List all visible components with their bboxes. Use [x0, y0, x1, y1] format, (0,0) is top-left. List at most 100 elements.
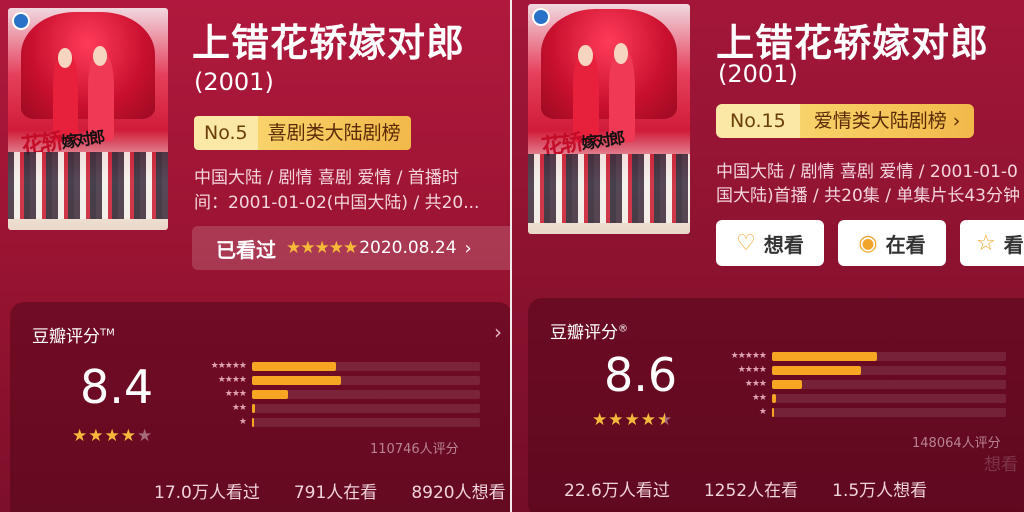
star-icon: ★: [608, 410, 625, 430]
rating-bar-row: ★: [710, 406, 1006, 420]
button-label: 看: [1003, 232, 1024, 257]
drama-meta-line: 中国大陆 / 剧情 喜剧 爱情 / 首播时: [194, 168, 459, 188]
rank-category: 爱情类大陆剧榜 ›: [799, 104, 975, 138]
rating-header: 豆瓣评分®: [550, 323, 628, 343]
button-label: 在看: [885, 232, 926, 257]
rating-bar-fill: [252, 418, 254, 427]
rating-bar-row: ★★★★★: [190, 360, 480, 374]
right-screen: 花轿嫁对郎 上错花轿嫁对郎 (2001) No.15 爱情类大陆剧榜 › 中国大…: [512, 0, 1024, 512]
watch-stat[interactable]: 17.0万人看过: [154, 483, 260, 503]
watched-status-bar[interactable]: 已看过 ★★★★★ 2020.08.24 ›: [192, 226, 512, 270]
poster-face: [92, 45, 108, 66]
rating-bar-row: ★★★★: [710, 364, 1006, 378]
rating-bar-row: ★★★: [190, 388, 480, 402]
rating-bar-row: ★★★★★: [710, 350, 1006, 364]
rating-bar-track: [252, 404, 480, 413]
ranking-badge[interactable]: No.5 喜剧类大陆剧榜: [194, 116, 411, 150]
rating-bar-track: [252, 418, 480, 427]
drama-meta-line: 中国大陆 / 剧情 喜剧 爱情 / 2001-01-0: [716, 162, 1018, 182]
star-icon: ★: [120, 426, 137, 446]
button-label: 想看: [763, 232, 804, 257]
rating-distribution: ★★★★★ ★★★★ ★★★ ★★ ★: [710, 350, 1006, 420]
target-icon: ◉: [858, 230, 878, 256]
watch-stat[interactable]: 1.5万人想看: [832, 481, 927, 501]
watch-stat[interactable]: 1252人在看: [704, 481, 798, 501]
star-icon: ★: [640, 410, 657, 430]
rating-bar-track: [772, 352, 1006, 361]
rank-number: No.15: [716, 104, 800, 138]
rating-bar-track: [252, 390, 480, 399]
rating-bar-row: ★★: [190, 402, 480, 416]
poster-face: [57, 47, 72, 68]
drama-year: (2001): [718, 60, 798, 88]
rating-bar-label: ★★: [751, 393, 767, 403]
poster-logo: [12, 12, 30, 30]
chat-icon: 想看: [984, 455, 1018, 475]
rating-score: 8.6: [604, 348, 678, 402]
rating-bar-track: [772, 408, 1006, 417]
drama-title: 上错花轿嫁对郎: [716, 21, 990, 65]
chevron-right-icon[interactable]: ›: [494, 320, 502, 344]
rating-bar-row: ★★: [710, 392, 1006, 406]
want-to-watch-button[interactable]: ♡ 想看: [716, 220, 824, 266]
star-icon: ★: [137, 426, 154, 446]
poster-image[interactable]: 花轿嫁对郎: [8, 8, 168, 230]
douban-rating-card[interactable]: 豆瓣评分TM › 8.4 ★★★★★ ★★★★★ ★★★★ ★★★ ★★ ★ 11074…: [10, 302, 512, 512]
star-icon: ★: [104, 426, 121, 446]
my-rating-stars: ★★★★★: [286, 238, 358, 258]
rating-bar-track: [772, 366, 1006, 375]
watched-date: 2020.08.24: [359, 238, 457, 258]
rating-bar-row: ★★★★: [190, 374, 480, 388]
poster-cast: [528, 153, 690, 223]
rating-bar-track: [252, 376, 480, 385]
rating-count: 110746人评分: [370, 442, 459, 457]
rating-header: 豆瓣评分TM: [32, 327, 115, 347]
rating-bar-fill: [772, 380, 803, 389]
rating-bar-label: ★: [758, 407, 767, 417]
poster-face: [578, 45, 593, 67]
heart-plus-icon: ♡: [736, 230, 756, 256]
poster-cast: [8, 152, 168, 219]
left-screen: 花轿嫁对郎 上错花轿嫁对郎 (2001) No.5 喜剧类大陆剧榜 中国大陆 /…: [0, 0, 512, 512]
watch-stat[interactable]: 8920人想看: [411, 483, 505, 503]
ranking-badge[interactable]: No.15 爱情类大陆剧榜 ›: [716, 104, 975, 138]
watch-stats: 22.6万人看过 1252人在看 1.5万人想看: [564, 476, 961, 501]
star-icon: ★: [592, 410, 609, 430]
drama-year: (2001): [194, 68, 274, 96]
drama-meta-line[interactable]: 间：2001-01-02(中国大陆) / 共20...: [194, 191, 510, 216]
rating-bar-fill: [772, 394, 776, 403]
poster-image[interactable]: 花轿嫁对郎: [528, 4, 690, 234]
rating-bar-track: [772, 394, 1006, 403]
chevron-right-icon: ›: [464, 237, 472, 259]
watched-button[interactable]: ☆ 看: [960, 220, 1024, 266]
watch-stats: 17.0万人看过 791人在看 8920人想看: [154, 478, 512, 503]
watch-stat[interactable]: 791人在看: [294, 483, 377, 503]
rating-count: 148064人评分: [912, 436, 1001, 451]
rating-bar-track: [252, 362, 480, 371]
watching-button[interactable]: ◉ 在看: [838, 220, 946, 266]
douban-rating-card[interactable]: 豆瓣评分® 8.6 ★★★★★ ★★★★★ ★★★★ ★★★ ★★ ★ 148064人评…: [528, 298, 1024, 512]
drama-meta-line[interactable]: 国大陆)首播 / 共20集 / 单集片长43分钟: [716, 184, 1024, 209]
rating-bar-label: ★: [238, 417, 247, 427]
rating-bar-fill: [252, 404, 256, 413]
star-icon: ★: [624, 410, 641, 430]
rating-stars: ★★★★★: [72, 426, 153, 446]
rating-bar-label: ★★★★★: [210, 361, 247, 371]
rating-bar-fill: [772, 408, 774, 417]
star-icon: ★: [657, 410, 674, 430]
rating-bar-fill: [252, 390, 289, 399]
star-icon: ★: [72, 426, 89, 446]
rating-bar-fill: [252, 376, 341, 385]
rank-number: No.5: [194, 116, 258, 150]
watch-stat[interactable]: 22.6万人看过: [564, 481, 670, 501]
rating-stars: ★★★★★: [592, 410, 673, 430]
rating-bar-fill: [772, 366, 861, 375]
rating-distribution: ★★★★★ ★★★★ ★★★ ★★ ★: [190, 360, 480, 430]
star-outline-icon: ☆: [976, 230, 996, 256]
rating-bar-track: [772, 380, 1006, 389]
rank-category: 喜剧类大陆剧榜: [257, 116, 411, 150]
drama-title: 上错花轿嫁对郎: [192, 21, 466, 65]
rating-bar-fill: [252, 362, 337, 371]
rating-bar-label: ★★★★: [737, 365, 767, 375]
rating-score: 8.4: [80, 360, 154, 414]
